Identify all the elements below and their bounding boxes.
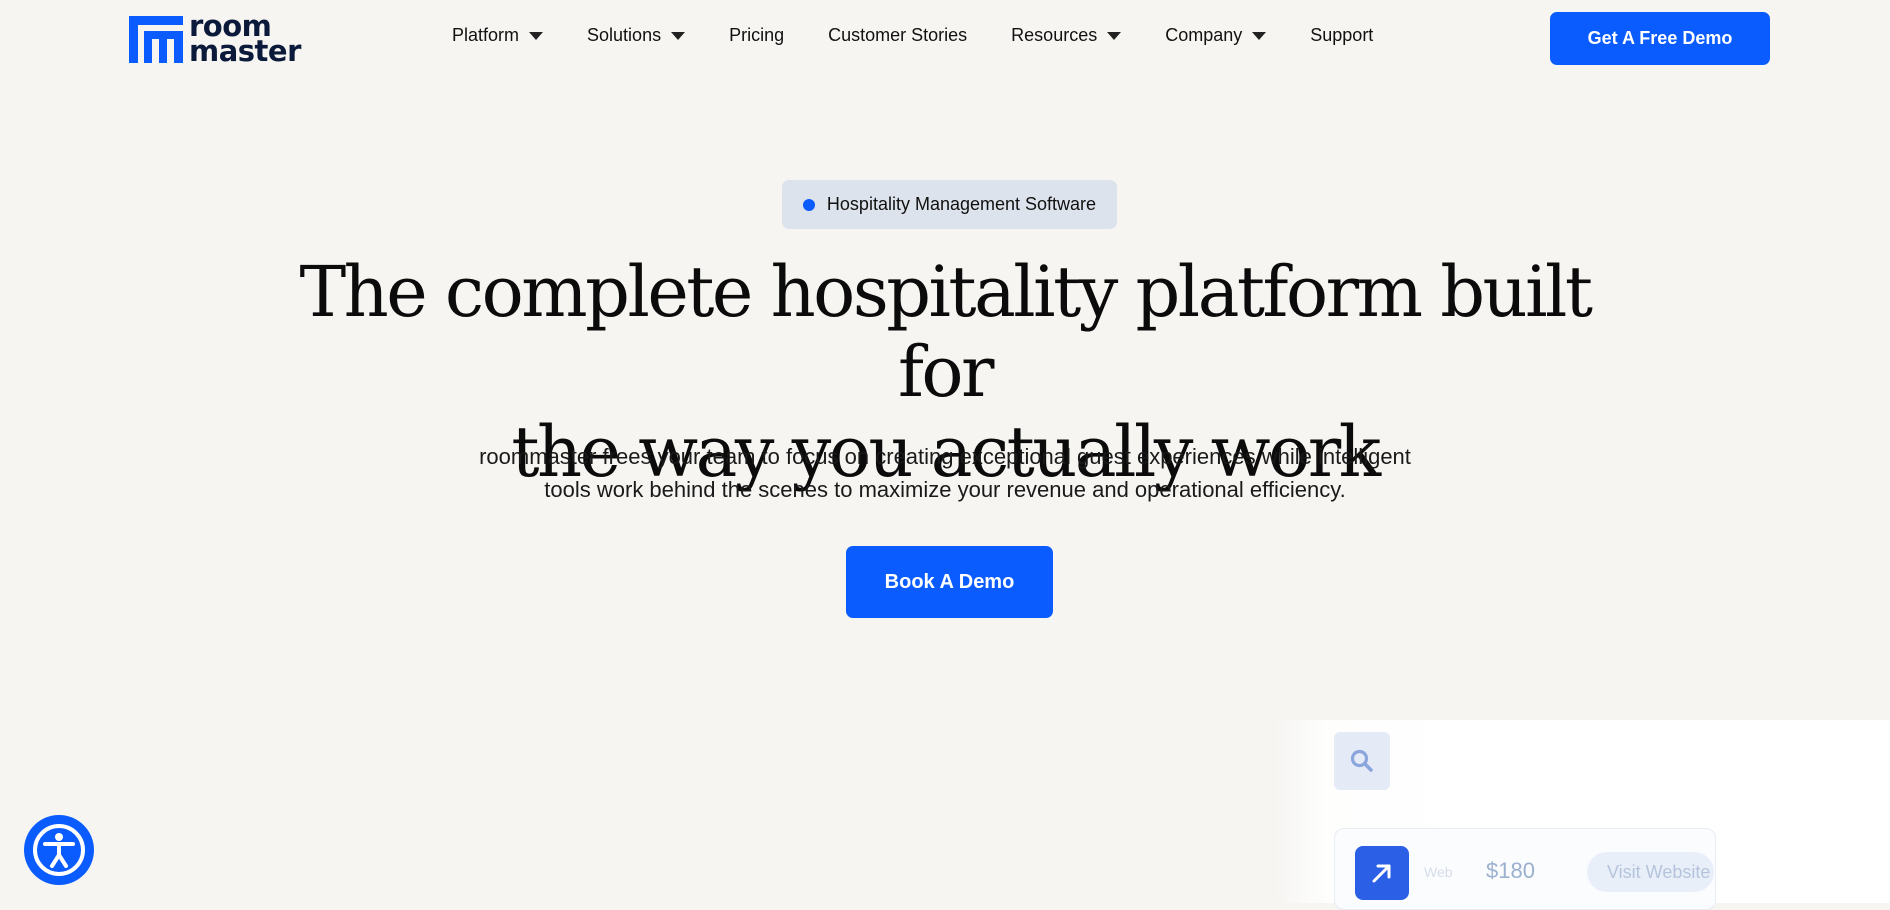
preview-arrow-tile [1355, 846, 1409, 900]
brand-wordmark: room master [189, 12, 301, 68]
nav-item-label: Platform [452, 25, 520, 45]
get-free-demo-button[interactable]: Get A Free Demo [1550, 12, 1770, 65]
nav-item-label: Solutions [587, 25, 662, 45]
badge-dot-icon [802, 198, 815, 211]
nav-item-label: Company [1165, 25, 1243, 45]
preview-faded-tag: Web [1424, 864, 1453, 880]
nav-item-platform[interactable]: Platform [452, 25, 544, 46]
accessibility-icon [33, 824, 85, 876]
site-header: room master Platform Solutions Pricing C… [0, 0, 1890, 78]
nav-item-solutions[interactable]: Solutions [587, 25, 686, 46]
chevron-down-icon [529, 31, 544, 40]
badge-label: Hospitality Management Software [826, 194, 1097, 214]
hero-subtitle: roommaster frees your team to focus on c… [445, 440, 1445, 506]
search-icon [1350, 749, 1373, 772]
nav-item-label: Support [1310, 25, 1374, 45]
preview-price: $180 [1486, 858, 1535, 883]
category-badge: Hospitality Management Software [782, 180, 1117, 229]
hero-subtitle-line-1: roommaster frees your team to focus on c… [479, 444, 1411, 469]
nav-item-resources[interactable]: Resources [1011, 25, 1122, 46]
nav-item-label: Pricing [729, 25, 785, 45]
accessibility-button[interactable] [24, 815, 94, 885]
book-demo-button[interactable]: Book A Demo [846, 546, 1053, 618]
chevron-down-icon [671, 31, 686, 40]
arrow-up-right-icon [1372, 864, 1391, 883]
brand-logo[interactable]: room master [129, 12, 301, 68]
hero-title-line-1: The complete hospitality platform built … [299, 251, 1593, 413]
nav-item-label: Customer Stories [828, 25, 968, 45]
chevron-down-icon [1252, 31, 1267, 40]
logo-icon [129, 15, 183, 63]
hero-subtitle-line-2: tools work behind the scenes to maximize… [544, 477, 1346, 502]
nav-item-customer-stories[interactable]: Customer Stories [828, 25, 967, 46]
chevron-down-icon [1107, 31, 1122, 40]
nav-item-company[interactable]: Company [1165, 25, 1267, 46]
main-nav: Platform Solutions Pricing Customer Stor… [452, 25, 1417, 46]
nav-item-support[interactable]: Support [1310, 25, 1373, 46]
nav-item-label: Resources [1011, 25, 1098, 45]
nav-item-pricing[interactable]: Pricing [729, 25, 784, 46]
preview-search-button[interactable] [1334, 732, 1390, 790]
brand-line-2: master [189, 34, 301, 68]
visit-website-button[interactable]: Visit Website [1587, 852, 1714, 892]
